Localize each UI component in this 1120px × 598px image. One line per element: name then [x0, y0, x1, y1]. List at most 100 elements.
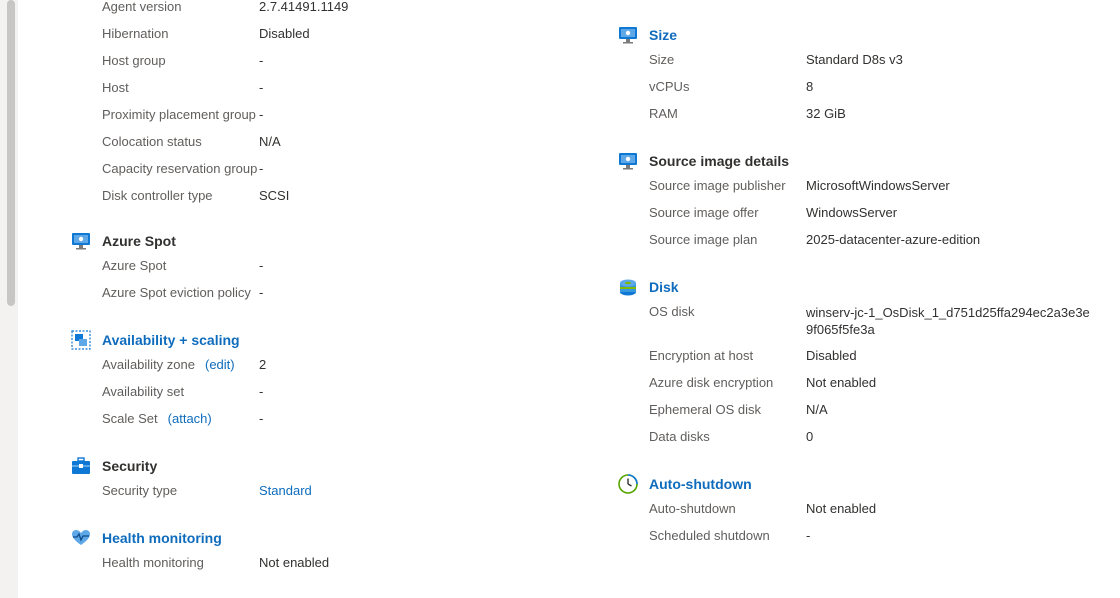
property-row: Scale Set (attach) -	[70, 405, 550, 432]
property-row: Security type Standard	[70, 477, 550, 504]
heart-pulse-icon	[70, 527, 92, 549]
disk-link[interactable]: Disk	[649, 279, 679, 295]
availability-scaling-link[interactable]: Availability + scaling	[102, 332, 240, 348]
property-row: Proximity placement group -	[70, 101, 550, 128]
property-row: Source image offer WindowsServer	[617, 199, 1107, 226]
property-value: 8	[806, 79, 814, 94]
property-row: Health monitoring Not enabled	[70, 549, 550, 576]
property-value: N/A	[259, 134, 281, 149]
property-value: 0	[806, 429, 814, 444]
property-value: Not enabled	[806, 375, 877, 390]
edit-availability-zone-link[interactable]: (edit)	[205, 357, 235, 372]
property-label: Azure Spot	[102, 258, 167, 273]
property-row: Host -	[70, 74, 550, 101]
size-section: Size Size Standard D8s v3 vCPUs 8 RAM 32 Gi…	[617, 26, 1107, 127]
property-row: Colocation status N/A	[70, 128, 550, 155]
property-row: Hibernation Disabled	[70, 20, 550, 47]
section-header: Security	[70, 457, 550, 477]
security-type-link[interactable]: Standard	[259, 483, 312, 498]
availability-icon	[70, 329, 92, 351]
property-label: Agent version	[102, 0, 182, 14]
section-title: Source image details	[649, 153, 790, 169]
property-row: OS disk winserv-jc-1_OsDisk_1_d751d25ffa2…	[617, 298, 1107, 342]
property-row: Availability zone (edit) 2	[70, 351, 550, 378]
property-value: -	[259, 53, 264, 68]
availability-zone-label: Availability zone	[102, 357, 195, 372]
property-value: -	[259, 411, 264, 426]
property-label: Disk controller type	[102, 188, 213, 203]
property-value: SCSI	[259, 188, 290, 203]
disk-icon	[617, 276, 639, 298]
property-row: Encryption at host Disabled	[617, 342, 1107, 369]
property-value: Not enabled	[806, 501, 877, 516]
attach-scale-set-link[interactable]: (attach)	[168, 411, 212, 426]
toolbox-icon	[70, 455, 92, 477]
property-value: Disabled	[259, 26, 310, 41]
property-row: Azure disk encryption Not enabled	[617, 369, 1107, 396]
property-row: Azure Spot eviction policy -	[70, 279, 550, 306]
health-monitoring-section: Health monitoring Health monitoring Not e…	[70, 529, 550, 576]
monitor-icon	[617, 150, 639, 172]
property-label: Azure disk encryption	[649, 375, 774, 390]
auto-shutdown-section: Auto-shutdown Auto-shutdown Not enabled S…	[617, 474, 1107, 549]
vertical-scrollbar[interactable]	[0, 0, 18, 598]
property-label: Source image publisher	[649, 178, 786, 193]
property-row: Capacity reservation group -	[70, 155, 550, 182]
property-label: Size	[649, 52, 675, 67]
property-row: RAM 32 GiB	[617, 100, 1107, 127]
os-disk-value: winserv-jc-1_OsDisk_1_d751d25ffa294ec2a3…	[806, 305, 1090, 337]
health-monitoring-link[interactable]: Health monitoring	[102, 530, 222, 546]
section-header: Auto-shutdown	[617, 474, 1107, 495]
property-row: Ephemeral OS disk N/A	[617, 396, 1107, 423]
property-label: Security type	[102, 483, 178, 498]
property-label: Health monitoring	[102, 555, 204, 570]
property-value: -	[259, 161, 264, 176]
property-label: Ephemeral OS disk	[649, 402, 761, 417]
property-label: Availability set	[102, 384, 185, 399]
property-value: 2	[259, 357, 267, 372]
property-label: Hibernation	[102, 26, 169, 41]
property-value: 2.7.41491.1149	[259, 0, 349, 14]
section-header: Health monitoring	[70, 529, 550, 549]
property-row: Availability set -	[70, 378, 550, 405]
property-row: Size Standard D8s v3	[617, 46, 1107, 73]
property-row: Host group -	[70, 47, 550, 74]
property-label: Colocation status	[102, 134, 202, 149]
property-label: vCPUs	[649, 79, 690, 94]
property-label: Proximity placement group	[102, 107, 256, 122]
property-row: vCPUs 8	[617, 73, 1107, 100]
disk-section: Disk OS disk winserv-jc-1_OsDisk_1_d751d2…	[617, 278, 1107, 450]
property-row: Data disks 0	[617, 423, 1107, 450]
property-value: -	[259, 80, 264, 95]
property-label: Host group	[102, 53, 166, 68]
property-row: Disk controller type SCSI	[70, 182, 550, 209]
scale-set-label: Scale Set	[102, 411, 158, 426]
section-title: Azure Spot	[102, 233, 176, 249]
property-value: MicrosoftWindowsServer	[806, 178, 950, 193]
property-label: RAM	[649, 106, 678, 121]
section-title: Security	[102, 458, 158, 474]
vm-properties-section: Agent version 2.7.41491.1149 Hibernation D…	[70, 0, 550, 209]
property-label: Source image plan	[649, 232, 758, 247]
size-link[interactable]: Size	[649, 27, 677, 43]
property-label: Availability zone (edit)	[102, 357, 235, 372]
section-header: Source image details	[617, 152, 1107, 172]
azure-spot-section: Azure Spot Azure Spot - Azure Spot evicti…	[70, 232, 550, 306]
property-value: WindowsServer	[806, 205, 898, 220]
source-image-section: Source image details Source image publis…	[617, 152, 1107, 253]
property-row: Scheduled shutdown -	[617, 522, 1107, 549]
property-label: Scale Set (attach)	[102, 411, 212, 426]
security-section: Security Security type Standard	[70, 457, 550, 504]
property-label: Source image offer	[649, 205, 759, 220]
property-value: -	[259, 384, 264, 399]
property-value: N/A	[806, 402, 828, 417]
auto-shutdown-link[interactable]: Auto-shutdown	[649, 476, 752, 492]
section-header: Availability + scaling	[70, 329, 550, 351]
property-label: Auto-shutdown	[649, 501, 736, 516]
section-header: Azure Spot	[70, 232, 550, 252]
property-row: Azure Spot -	[70, 252, 550, 279]
scrollbar-thumb[interactable]	[7, 0, 15, 306]
property-label: OS disk	[649, 304, 695, 319]
property-value: Standard D8s v3	[806, 52, 903, 67]
property-row: Auto-shutdown Not enabled	[617, 495, 1107, 522]
